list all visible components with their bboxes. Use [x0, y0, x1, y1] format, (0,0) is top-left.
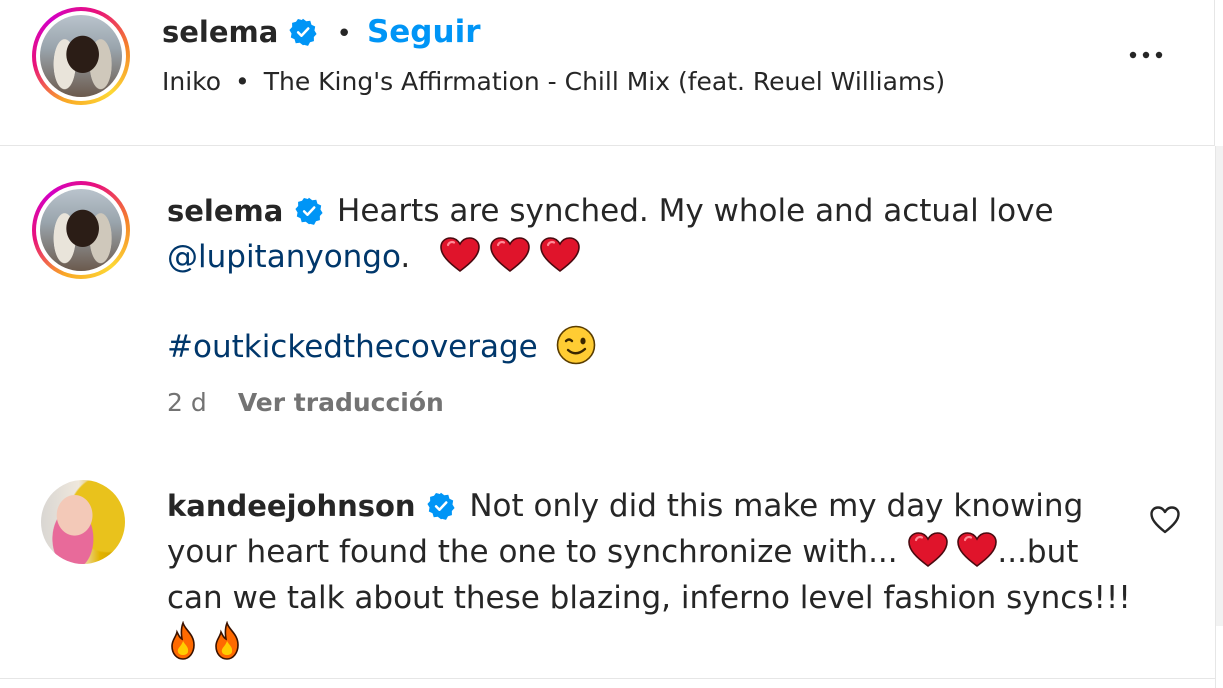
comment-line-2: your heart found the one to synchronize …: [167, 534, 898, 570]
audio-title: The King's Affirmation - Chill Mix (feat…: [263, 67, 946, 96]
audio-separator: •: [235, 67, 250, 96]
fire-emoji-icon: [167, 621, 199, 661]
comment-text: kandeejohnson Not only did this make my …: [167, 483, 1131, 668]
red-heart-emoji-icon: [957, 532, 997, 568]
author-avatar[interactable]: [32, 7, 130, 105]
more-options-icon[interactable]: [1124, 40, 1168, 70]
caption-author-avatar[interactable]: [32, 181, 130, 279]
follow-button[interactable]: Seguir: [367, 14, 481, 50]
red-heart-emoji-icon: [490, 237, 530, 273]
heart-outline-icon[interactable]: [1149, 505, 1181, 535]
caption-meta: 2 d Ver traducción: [167, 388, 444, 417]
author-avatar-image: [40, 15, 122, 97]
red-heart-emoji-icon: [440, 237, 480, 273]
red-heart-emoji-icon: [540, 237, 580, 273]
audio-attribution[interactable]: Iniko • The King's Affirmation - Chill M…: [162, 67, 945, 96]
comment-line-3: can we talk about these blazing, inferno…: [167, 580, 1131, 616]
mention-link[interactable]: @lupitanyongo: [167, 239, 400, 275]
header-title-row: selema • Seguir: [162, 14, 480, 50]
hashtag-row: #outkickedthecoverage: [167, 324, 596, 370]
post-header: selema • Seguir Iniko • The King's Affir…: [0, 0, 1215, 146]
audio-artist: Iniko: [162, 67, 222, 96]
commenter-avatar[interactable]: [41, 480, 125, 564]
caption-text: selema Hearts are synched. My whole and …: [167, 188, 1167, 280]
caption-timestamp[interactable]: 2 d: [167, 388, 207, 417]
red-heart-emoji-icon: [908, 532, 948, 568]
author-username[interactable]: selema: [162, 15, 278, 49]
verified-badge-icon: [427, 492, 455, 520]
verified-badge-icon: [289, 18, 317, 46]
winking-face-emoji-icon: [556, 325, 596, 365]
verified-badge-icon: [295, 197, 323, 225]
comment-line-1: Not only did this make my day knowing: [469, 488, 1084, 524]
header-separator: •: [336, 19, 352, 49]
caption-avatar-image: [40, 189, 122, 271]
fire-emoji-icon: [211, 621, 243, 661]
caption-body: Hearts are synched. My whole and actual …: [337, 193, 1054, 229]
bottom-divider: [0, 678, 1215, 679]
scrollbar-track[interactable]: [1216, 146, 1223, 626]
hashtag-link[interactable]: #outkickedthecoverage: [167, 329, 538, 365]
caption-username[interactable]: selema: [167, 194, 283, 228]
commenter-username[interactable]: kandeejohnson: [167, 489, 416, 523]
see-translation-button[interactable]: Ver traducción: [238, 388, 444, 417]
caption-period: .: [400, 239, 411, 275]
comment-line-2-end: ...but: [997, 534, 1079, 570]
